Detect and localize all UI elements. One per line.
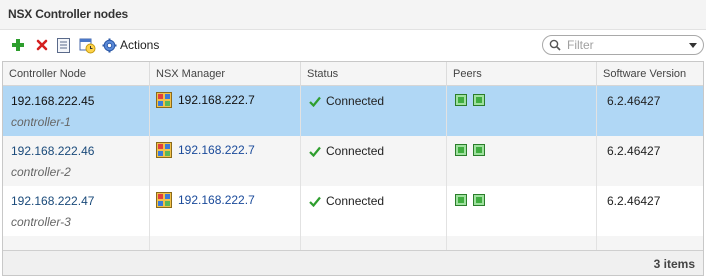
empty-row [3,236,703,250]
controller-ip[interactable]: 192.168.222.47 [11,194,94,208]
column-header-controller-node[interactable]: Controller Node [3,62,150,86]
status-cell: Connected [301,186,447,236]
nsx-manager-link[interactable]: 192.168.222.7 [178,143,255,157]
empty-cell [3,236,150,250]
schedule-button[interactable] [79,37,97,53]
controller-name: controller-3 [11,215,71,229]
peers-cell [447,86,597,136]
status-text: Connected [326,194,385,208]
peer-status-icon [455,144,467,156]
controller-ip[interactable]: 192.168.222.46 [11,144,94,158]
add-icon [12,39,24,51]
software-version: 6.2.46427 [607,194,661,208]
peer-status-icon [473,144,485,156]
check-icon [309,96,321,107]
grid-header: Controller Node NSX Manager Status Peers… [3,62,703,86]
actions-label: Actions [120,38,160,52]
peer-status-icon [455,194,467,206]
software-version-cell: 6.2.46427 [597,86,703,136]
nsx-manager-link[interactable]: 192.168.222.7 [178,193,255,207]
details-button[interactable] [57,37,71,53]
peer-status-icon [455,94,467,106]
nsx-manager-icon [156,142,172,158]
peer-status-icon [473,194,485,206]
controller-name: controller-1 [11,115,71,129]
empty-cell [301,236,447,250]
delete-icon [36,39,48,51]
nsx-manager-link[interactable]: 192.168.222.7 [178,93,255,107]
nsx-manager-icon [156,192,172,208]
controller-grid: Controller Node NSX Manager Status Peers… [2,61,704,276]
table-row[interactable]: 192.168.222.47 controller-3 192.168.222.… [3,186,703,236]
items-count: 3 items [653,257,695,271]
column-header-software-version[interactable]: Software Version [597,62,703,86]
empty-cell [150,236,301,250]
filter-input[interactable] [567,38,677,52]
panel-header: NSX Controller nodes [0,0,706,30]
nsx-manager-cell: 192.168.222.7 [150,136,301,186]
controller-name: controller-2 [11,165,71,179]
panel-title: NSX Controller nodes [8,7,129,21]
delete-button[interactable] [36,37,50,53]
controller-node-cell: 192.168.222.47 controller-3 [3,186,150,236]
table-row[interactable]: 192.168.222.45 controller-1 192.168.222.… [3,86,703,136]
software-version-cell: 6.2.46427 [597,186,703,236]
status-cell: Connected [301,86,447,136]
grid-footer: 3 items [3,250,703,275]
column-header-peers[interactable]: Peers [447,62,597,86]
check-icon [309,196,321,207]
software-version: 6.2.46427 [607,144,661,158]
status-cell: Connected [301,136,447,186]
document-icon [57,37,70,53]
controller-node-cell: 192.168.222.45 controller-1 [3,86,150,136]
add-button[interactable] [11,37,27,53]
gear-icon [102,38,117,52]
actions-menu[interactable]: Actions [102,37,166,53]
table-row[interactable]: 192.168.222.46 controller-2 192.168.222.… [3,136,703,186]
peer-status-icon [473,94,485,106]
peers-cell [447,136,597,186]
controller-ip[interactable]: 192.168.222.45 [11,94,94,108]
check-icon [309,146,321,157]
column-header-nsx-manager[interactable]: NSX Manager [150,62,301,86]
filter-box[interactable] [542,35,704,55]
nsx-manager-cell: 192.168.222.7 [150,86,301,136]
column-header-status[interactable]: Status [301,62,447,86]
software-version-cell: 6.2.46427 [597,136,703,186]
status-text: Connected [326,144,385,158]
empty-cell [447,236,597,250]
search-icon [549,39,561,51]
nsx-manager-icon [156,92,172,108]
chevron-down-icon[interactable] [689,43,697,48]
controller-node-cell: 192.168.222.46 controller-2 [3,136,150,186]
software-version: 6.2.46427 [607,94,661,108]
schedule-icon [79,38,96,53]
status-text: Connected [326,94,385,108]
peers-cell [447,186,597,236]
nsx-manager-cell: 192.168.222.7 [150,186,301,236]
